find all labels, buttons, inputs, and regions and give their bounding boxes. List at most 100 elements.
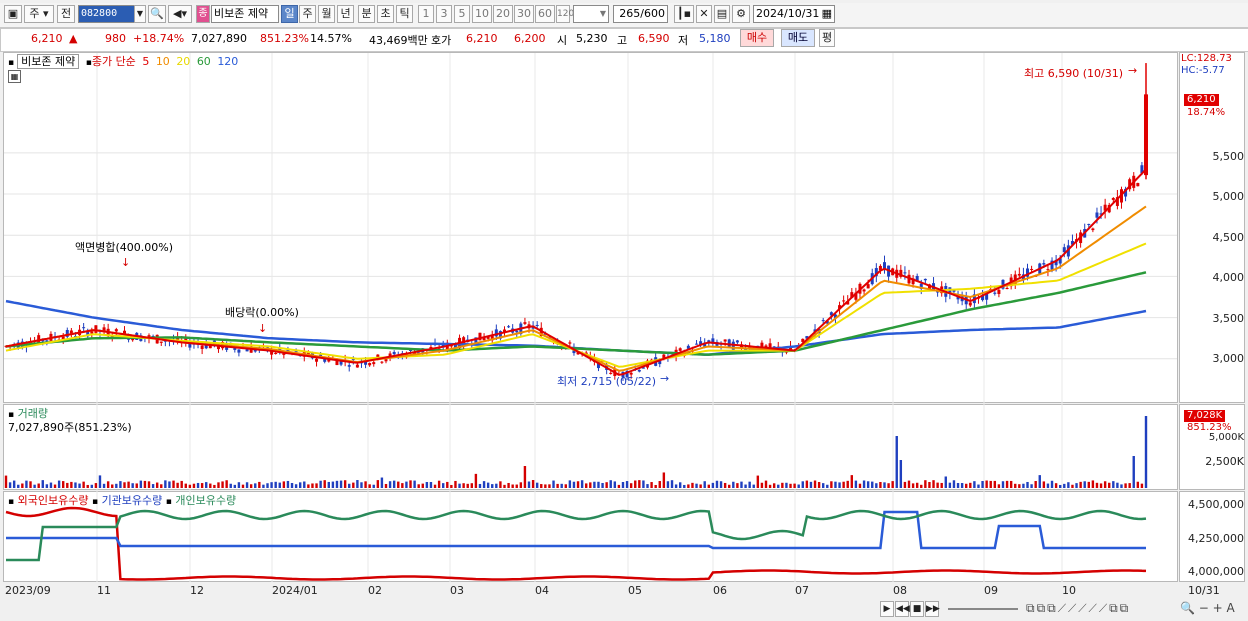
x-tick: 06 xyxy=(713,584,727,597)
candle-body xyxy=(695,343,699,345)
volume-bar xyxy=(817,482,821,488)
volume-bar xyxy=(1124,483,1127,488)
volume-bar xyxy=(1095,482,1099,488)
volume-bar xyxy=(282,481,286,488)
volume-bar xyxy=(364,481,367,488)
volume-bar xyxy=(270,482,273,488)
volume-bar xyxy=(907,480,911,488)
chart-canvas[interactable] xyxy=(0,0,1248,621)
scroll-first-icon[interactable]: ◀◀ xyxy=(895,601,910,617)
volume-bar xyxy=(147,481,151,488)
volume-bar xyxy=(638,480,641,488)
volume-bar xyxy=(593,481,596,488)
candle-body xyxy=(384,359,388,362)
event-dividend-arrow-icon: ↓ xyxy=(258,322,268,335)
volume-bar xyxy=(462,483,465,488)
volume-bar xyxy=(920,484,923,488)
ma60-label: 60 xyxy=(196,55,211,68)
x-axis-end: 10/31 xyxy=(1188,584,1220,597)
volume-bar xyxy=(1116,482,1119,488)
tool-icons[interactable]: ⧉⧉⧉⟋⟋⟋⟋⟋⧉⧉ xyxy=(1026,601,1130,616)
volume-bar xyxy=(266,483,269,488)
volume-bar xyxy=(8,482,12,488)
volume-bar xyxy=(969,482,972,488)
low-arrow-icon: → xyxy=(660,372,670,385)
volume-bar xyxy=(102,483,106,488)
volume-bar xyxy=(1018,484,1021,488)
volume-bar xyxy=(621,482,625,488)
volume-bar xyxy=(1132,456,1135,488)
candle-body xyxy=(45,340,49,342)
volume-bar xyxy=(1091,480,1095,488)
scroll-right-icon[interactable]: ▶ xyxy=(880,601,894,617)
volume-bar xyxy=(662,472,666,488)
volume-bar xyxy=(997,484,1001,488)
y-tick-4000: 4,000 xyxy=(1212,271,1245,284)
volume-bar xyxy=(123,482,126,488)
volume-bar xyxy=(86,484,89,488)
volume-bar xyxy=(952,480,956,488)
x-tick: 2024/01 xyxy=(272,584,318,597)
volume-bar xyxy=(589,482,592,488)
volume-bar xyxy=(887,483,890,488)
volume-bar xyxy=(609,480,612,488)
volume-bar xyxy=(413,480,416,488)
volume-bar xyxy=(523,466,527,488)
volume-bar xyxy=(384,483,388,488)
candle-body xyxy=(678,348,682,351)
zoom-icons[interactable]: 🔍 − + A xyxy=(1180,601,1235,615)
stop-icon[interactable]: ■ xyxy=(910,601,924,617)
volume-bar xyxy=(392,480,396,488)
volume-bar xyxy=(151,484,155,488)
volume-bar xyxy=(601,482,604,488)
volume-bar xyxy=(421,483,424,488)
volume-bar xyxy=(425,482,429,488)
volume-bar xyxy=(401,483,404,488)
volume-bar xyxy=(1112,481,1115,488)
volume-bar xyxy=(813,480,817,488)
x-tick: 04 xyxy=(535,584,549,597)
volume-bar xyxy=(49,482,53,488)
grid-toggle-icon[interactable]: ▦ xyxy=(8,70,21,83)
volume-bar xyxy=(1001,481,1005,488)
volume-bar xyxy=(911,483,915,488)
volume-bar xyxy=(670,480,674,488)
volume-bar xyxy=(973,481,976,488)
scroll-slider[interactable] xyxy=(948,608,1018,610)
volume-bar xyxy=(106,481,110,488)
volume-bar xyxy=(254,483,257,488)
volume-bar xyxy=(989,480,992,488)
volume-bar xyxy=(111,484,114,488)
candle-body xyxy=(903,272,907,274)
volume-bar xyxy=(160,484,163,488)
volume-bar xyxy=(1042,481,1046,488)
volume-bar xyxy=(674,484,678,488)
ma120-label: 120 xyxy=(217,55,239,68)
volume-bar xyxy=(948,482,952,488)
candle-body xyxy=(923,278,927,281)
volume-bar xyxy=(691,482,694,488)
volume-bar xyxy=(805,480,809,488)
volume-bar xyxy=(1136,481,1140,488)
volume-bar xyxy=(343,480,347,488)
volume-bar xyxy=(985,480,988,488)
volume-bar xyxy=(699,484,702,488)
indiv-holding-line xyxy=(6,509,1147,562)
scroll-controls: ▶ ◀◀ ■ ▶▶ xyxy=(880,601,942,617)
x-tick: 03 xyxy=(450,584,464,597)
volume-bar xyxy=(360,482,363,488)
y-tick-4500: 4,500 xyxy=(1212,231,1245,244)
candle-body xyxy=(82,327,86,329)
event-split-arrow-icon: ↓ xyxy=(121,256,131,269)
volume-bar xyxy=(936,482,939,488)
scroll-last-icon[interactable]: ▶▶ xyxy=(925,601,940,617)
volume-bar xyxy=(960,483,964,488)
volume-bar xyxy=(437,480,441,488)
volume-bar xyxy=(507,482,510,488)
candle-body xyxy=(392,351,396,355)
candle-body xyxy=(866,284,870,289)
event-dividend: 배당락(0.00%) xyxy=(225,306,299,319)
volume-bar xyxy=(1108,482,1111,488)
volume-bar xyxy=(736,483,739,488)
volume-bar xyxy=(474,473,478,488)
